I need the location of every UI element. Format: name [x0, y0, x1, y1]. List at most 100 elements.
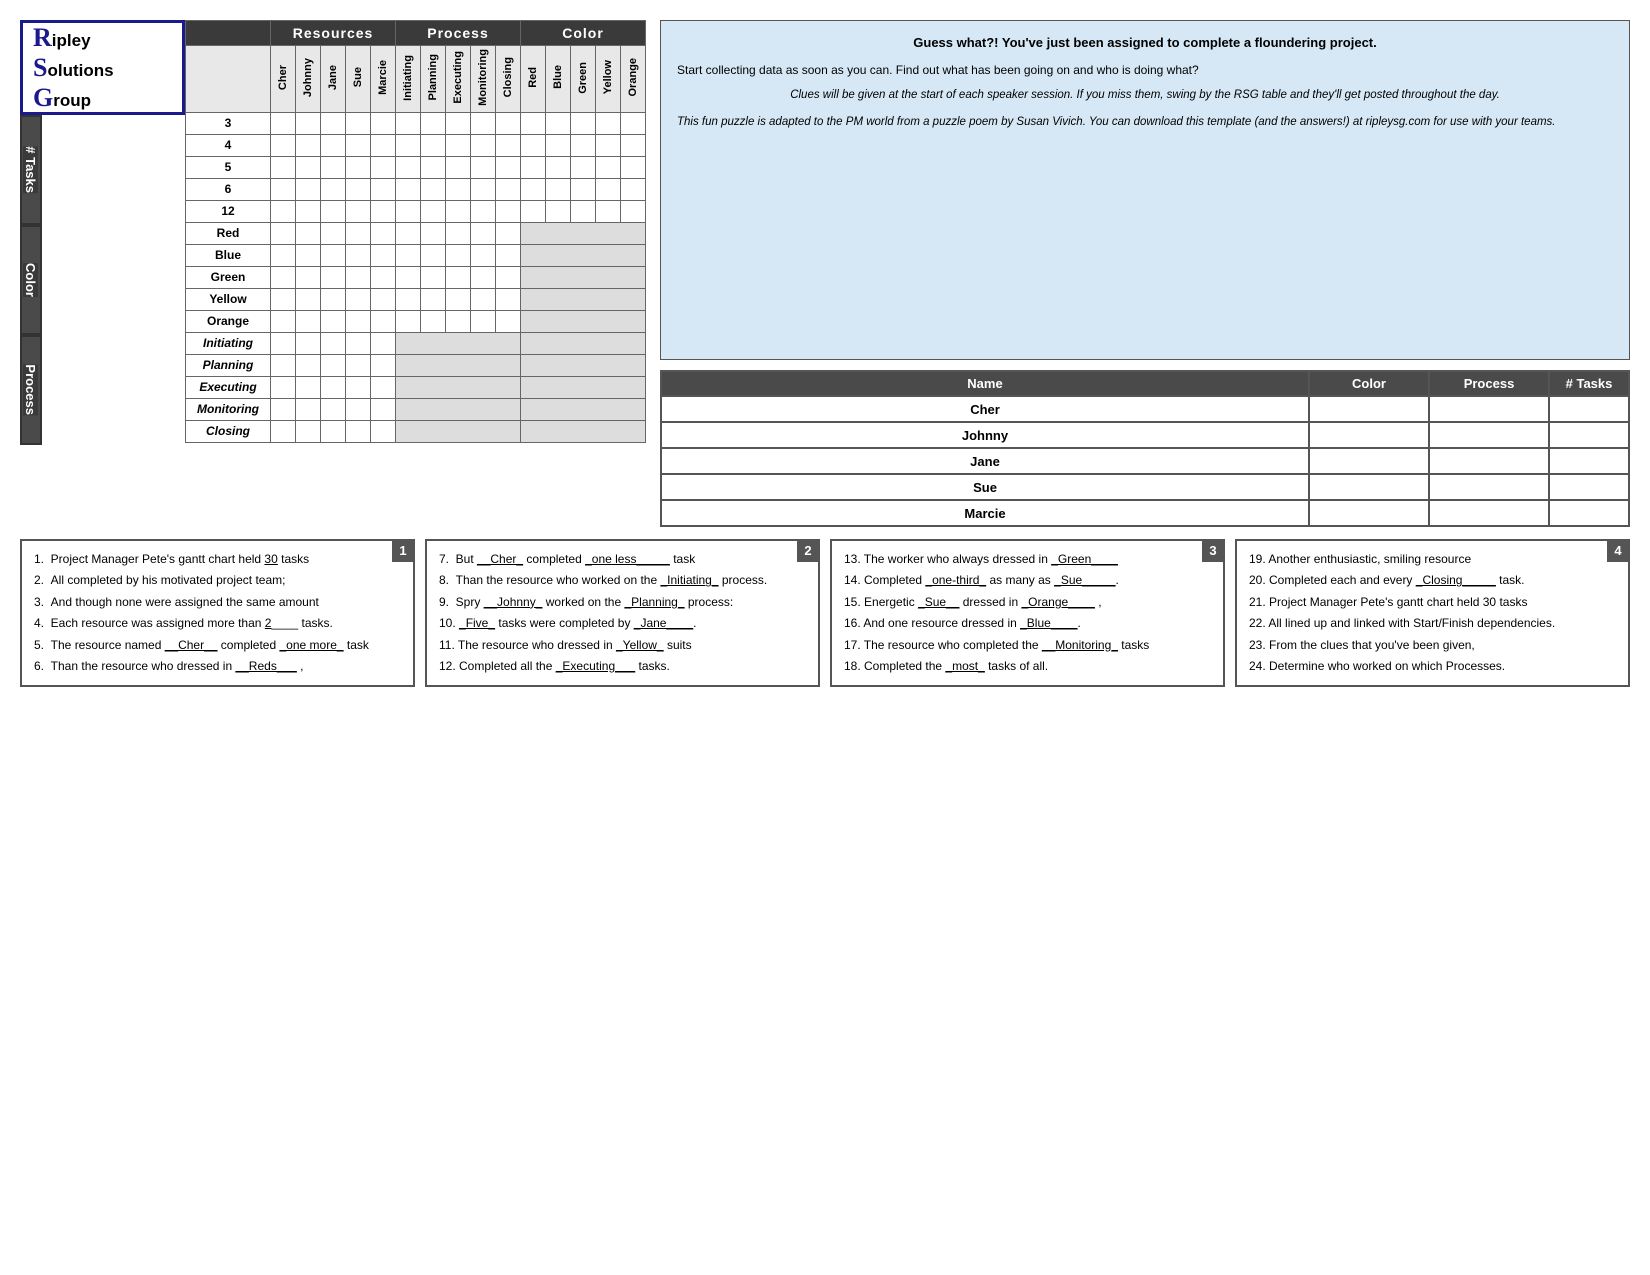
- row-label-3: 3: [186, 112, 271, 134]
- cell-3-exec[interactable]: [446, 112, 471, 134]
- clue-box-3: 3 13. The worker who always dressed in _…: [830, 539, 1225, 687]
- row-label-6: 6: [186, 178, 271, 200]
- col-initiating: Initiating: [396, 46, 421, 113]
- clue-3-6: 18. Completed the _most_ tasks of all.: [844, 656, 1211, 676]
- summary-color-marcie[interactable]: [1309, 500, 1429, 526]
- summary-process-cher[interactable]: [1429, 396, 1549, 422]
- table-row: Blue: [186, 244, 646, 266]
- row-label-closing: Closing: [186, 420, 271, 442]
- summary-process-marcie[interactable]: [1429, 500, 1549, 526]
- table-row: 3: [186, 112, 646, 134]
- summary-tasks-sue[interactable]: [1549, 474, 1629, 500]
- cell-3-sue[interactable]: [346, 112, 371, 134]
- summary-name-sue: Sue: [661, 474, 1309, 500]
- cell-3-blue[interactable]: [546, 112, 571, 134]
- col-sue: Sue: [346, 46, 371, 113]
- clue-number-2: 2: [797, 540, 819, 562]
- clue-number-4: 4: [1607, 540, 1629, 562]
- cell-3-clos[interactable]: [496, 112, 521, 134]
- cell-3-mon[interactable]: [471, 112, 496, 134]
- color-side-label: Color: [20, 225, 42, 335]
- clue-1-5: 5. The resource named __Cher__ completed…: [34, 635, 401, 655]
- summary-tasks-marcie[interactable]: [1549, 500, 1629, 526]
- logo-rest-roup: roup: [53, 91, 91, 111]
- logo: R ipley S olutions G roup: [20, 20, 185, 115]
- clue-4-5: 23. From the clues that you've been give…: [1249, 635, 1616, 655]
- col-johnny: Johnny: [296, 46, 321, 113]
- clue-3-1: 13. The worker who always dressed in _Gr…: [844, 549, 1211, 569]
- col-monitoring: Monitoring: [471, 46, 496, 113]
- summary-color-cher[interactable]: [1309, 396, 1429, 422]
- summary-tasks-cher[interactable]: [1549, 396, 1629, 422]
- info-credit: This fun puzzle is adapted to the PM wor…: [677, 114, 1613, 131]
- clue-number-3: 3: [1202, 540, 1224, 562]
- logo-rest-ipley: ipley: [52, 31, 91, 51]
- table-row: 6: [186, 178, 646, 200]
- table-row: Planning: [186, 354, 646, 376]
- summary-process-johnny[interactable]: [1429, 422, 1549, 448]
- table-row: Initiating: [186, 332, 646, 354]
- row-label-planning: Planning: [186, 354, 271, 376]
- clue-3-3: 15. Energetic _Sue__ dressed in _Orange_…: [844, 592, 1211, 612]
- logo-g: G: [33, 83, 53, 113]
- summary-process-sue[interactable]: [1429, 474, 1549, 500]
- logo-r: R: [33, 23, 52, 53]
- col-orange: Orange: [621, 46, 646, 113]
- table-row: 5: [186, 156, 646, 178]
- summary-color-johnny[interactable]: [1309, 422, 1429, 448]
- row-label-yellow: Yellow: [186, 288, 271, 310]
- summary-color-sue[interactable]: [1309, 474, 1429, 500]
- cell-3-orange[interactable]: [621, 112, 646, 134]
- col-cher: Cher: [271, 46, 296, 113]
- summary-row-cher: Cher: [661, 396, 1629, 422]
- cell-3-cher[interactable]: [271, 112, 296, 134]
- process-header: Process: [396, 21, 521, 46]
- col-green: Green: [571, 46, 596, 113]
- col-marcie: Marcie: [371, 46, 396, 113]
- clue-3-2: 14. Completed _one-third_ as many as _Su…: [844, 570, 1211, 590]
- summary-color-jane[interactable]: [1309, 448, 1429, 474]
- table-row: Monitoring: [186, 398, 646, 420]
- cell-3-green[interactable]: [571, 112, 596, 134]
- row-label-executing: Executing: [186, 376, 271, 398]
- clue-4-1: 19. Another enthusiastic, smiling resour…: [1249, 549, 1616, 569]
- clue-2-6: 12. Completed all the _Executing___ task…: [439, 656, 806, 676]
- clue-2-5: 11. The resource who dressed in _Yellow_…: [439, 635, 806, 655]
- summary-row-sue: Sue: [661, 474, 1629, 500]
- clue-2-3: 9. Spry __Johnny_ worked on the _Plannin…: [439, 592, 806, 612]
- row-label-initiating: Initiating: [186, 332, 271, 354]
- clue-4-4: 22. All lined up and linked with Start/F…: [1249, 613, 1616, 633]
- row-label-monitoring: Monitoring: [186, 398, 271, 420]
- color-header: Color: [521, 21, 646, 46]
- row-label-blue: Blue: [186, 244, 271, 266]
- clue-2-1: 7. But __Cher_ completed _one less_____ …: [439, 549, 806, 569]
- row-label-header: [186, 46, 271, 113]
- row-label-12: 12: [186, 200, 271, 222]
- cell-3-plan[interactable]: [421, 112, 446, 134]
- cell-3-init[interactable]: [396, 112, 421, 134]
- summary-col-color: Color: [1309, 371, 1429, 396]
- summary-col-name: Name: [661, 371, 1309, 396]
- cell-3-jane[interactable]: [321, 112, 346, 134]
- cell-3-marcie[interactable]: [371, 112, 396, 134]
- clue-2-4: 10. _Five_ tasks were completed by _Jane…: [439, 613, 806, 633]
- clue-box-1: 1 1. Project Manager Pete's gantt chart …: [20, 539, 415, 687]
- table-row: Green: [186, 266, 646, 288]
- resources-header: Resources: [271, 21, 396, 46]
- summary-process-jane[interactable]: [1429, 448, 1549, 474]
- cell-3-red[interactable]: [521, 112, 546, 134]
- summary-name-marcie: Marcie: [661, 500, 1309, 526]
- cell-3-yellow[interactable]: [596, 112, 621, 134]
- summary-name-jane: Jane: [661, 448, 1309, 474]
- info-body: Start collecting data as soon as you can…: [677, 61, 1613, 79]
- summary-tasks-jane[interactable]: [1549, 448, 1629, 474]
- cell-3-johnny[interactable]: [296, 112, 321, 134]
- process-side-label: Process: [20, 335, 42, 445]
- summary-col-tasks: # Tasks: [1549, 371, 1629, 396]
- table-row: 4: [186, 134, 646, 156]
- summary-row-jane: Jane: [661, 448, 1629, 474]
- logo-rest-olutions: olutions: [47, 61, 113, 81]
- summary-tasks-johnny[interactable]: [1549, 422, 1629, 448]
- row-label-red: Red: [186, 222, 271, 244]
- clue-1-4: 4. Each resource was assigned more than …: [34, 613, 401, 633]
